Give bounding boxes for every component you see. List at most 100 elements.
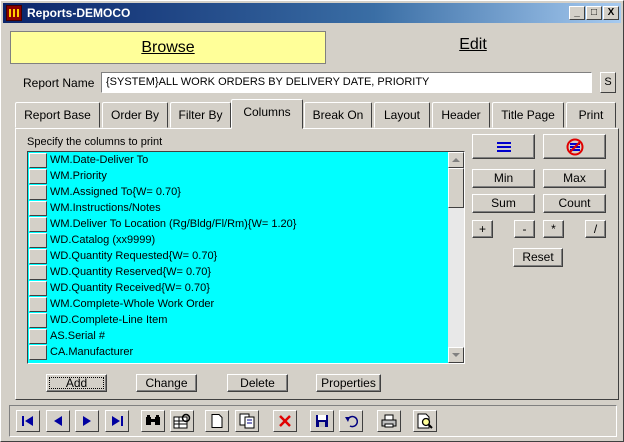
minus-button[interactable]: - [514,220,535,238]
filter-button[interactable] [170,410,194,432]
print-preview-button[interactable] [413,410,437,432]
row-checkbox[interactable] [29,217,47,232]
close-button[interactable]: X [603,6,619,20]
previous-record-icon [54,416,62,426]
tab-title-page[interactable]: Title Page [492,102,564,128]
list-item-label: CA.Manufacturer [50,346,134,358]
list-item[interactable]: WM.Priority [28,168,448,184]
plus-button[interactable]: + [472,220,493,238]
browse-mode-tab[interactable]: Browse [10,31,326,64]
list-item-label: WM.Assigned To{W= 0.70} [50,186,181,198]
scroll-down-button[interactable] [448,347,464,363]
divide-button[interactable]: / [585,220,606,238]
last-record-icon [112,416,123,426]
list-item-label: AS.Serial # [50,330,106,342]
columns-instruction: Specify the columns to print [27,136,163,148]
report-name-field[interactable]: {SYSTEM}ALL WORK ORDERS BY DELIVERY DATE… [101,72,592,93]
row-checkbox[interactable] [29,265,47,280]
list-item[interactable]: WD.Quantity Reserved{W= 0.70} [28,264,448,280]
list-item[interactable]: WD.Catalog (xx9999) [28,232,448,248]
print-preview-icon [417,413,433,429]
delete-button[interactable]: Delete [227,374,288,392]
list-item[interactable]: WM.Deliver To Location (Rg/Bldg/Fl/Rm){W… [28,216,448,232]
title-bar[interactable]: Reports-DEMOCO _ □ X [3,3,621,23]
filter-icon [173,413,191,429]
first-record-button[interactable] [16,410,40,432]
list-lines-icon [496,141,511,152]
list-item[interactable]: WM.Assigned To{W= 0.70} [28,184,448,200]
list-item[interactable]: CA.Manufacturer [28,344,448,360]
tab-filter-by[interactable]: Filter By [170,102,231,128]
find-button[interactable] [141,410,165,432]
change-button[interactable]: Change [136,374,197,392]
select-all-columns-button[interactable] [472,134,535,159]
tab-order-by[interactable]: Order By [102,102,168,128]
print-icon [381,414,397,428]
count-button[interactable]: Count [543,194,606,213]
row-checkbox[interactable] [29,281,47,296]
delete-icon [279,415,291,427]
tab-header[interactable]: Header [432,102,490,128]
undo-icon [345,415,358,428]
save-button[interactable] [310,410,334,432]
new-document-button[interactable] [205,410,229,432]
reset-button[interactable]: Reset [513,248,563,267]
tab-layout[interactable]: Layout [374,102,430,128]
row-checkbox[interactable] [29,153,47,168]
report-name-select-button[interactable]: S [600,72,616,93]
scroll-thumb[interactable] [448,168,464,208]
window-title: Reports-DEMOCO [27,6,131,20]
list-item[interactable]: WM.Date-Deliver To [28,152,448,168]
row-checkbox[interactable] [29,329,47,344]
find-icon [146,415,160,425]
list-item-label: WM.Instructions/Notes [50,202,161,214]
list-item-label: WM.Deliver To Location (Rg/Bldg/Fl/Rm){W… [50,218,297,230]
list-item-label: WM.Complete-Whole Work Order [50,298,215,310]
row-checkbox[interactable] [29,233,47,248]
columns-list[interactable]: WM.Date-Deliver To WM.Priority WM.Assign… [27,151,465,364]
tab-print[interactable]: Print [566,102,616,128]
delete-record-button[interactable] [273,410,297,432]
multiply-button[interactable]: * [543,220,564,238]
row-checkbox[interactable] [29,297,47,312]
tab-break-on[interactable]: Break On [304,102,372,128]
undo-button[interactable] [339,410,363,432]
row-checkbox[interactable] [29,201,47,216]
next-record-button[interactable] [75,410,99,432]
save-icon [316,415,328,427]
previous-record-button[interactable] [46,410,70,432]
min-button[interactable]: Min [472,169,535,188]
list-item-label: WM.Date-Deliver To [50,154,149,166]
edit-mode-tab[interactable]: Edit [327,29,619,62]
list-item[interactable]: AS.Serial # [28,328,448,344]
next-record-icon [83,416,91,426]
row-checkbox[interactable] [29,345,47,360]
tab-report-base[interactable]: Report Base [15,102,100,128]
row-checkbox[interactable] [29,185,47,200]
list-scrollbar[interactable] [448,152,464,363]
copy-icon [239,413,255,429]
copy-button[interactable] [235,410,259,432]
print-button[interactable] [377,410,401,432]
list-item[interactable]: WM.Instructions/Notes [28,200,448,216]
minimize-button[interactable]: _ [569,6,585,20]
sum-button[interactable]: Sum [472,194,535,213]
list-item[interactable]: WD.Quantity Received{W= 0.70} [28,280,448,296]
max-button[interactable]: Max [543,169,606,188]
tab-columns[interactable]: Columns [231,99,303,129]
row-checkbox[interactable] [29,169,47,184]
list-item-label: WD.Quantity Requested{W= 0.70} [50,250,218,262]
list-item[interactable]: WD.Quantity Requested{W= 0.70} [28,248,448,264]
properties-button[interactable]: Properties [316,374,381,392]
scroll-up-button[interactable] [448,152,464,168]
clear-columns-button[interactable] [543,134,606,159]
chevron-down-icon [452,353,460,357]
list-item[interactable]: WM.Complete-Whole Work Order [28,296,448,312]
add-button[interactable]: Add [46,374,107,392]
list-item[interactable]: WD.Complete-Line Item [28,312,448,328]
new-document-icon [211,414,223,428]
row-checkbox[interactable] [29,313,47,328]
maximize-button[interactable]: □ [586,6,602,20]
last-record-button[interactable] [105,410,129,432]
row-checkbox[interactable] [29,249,47,264]
